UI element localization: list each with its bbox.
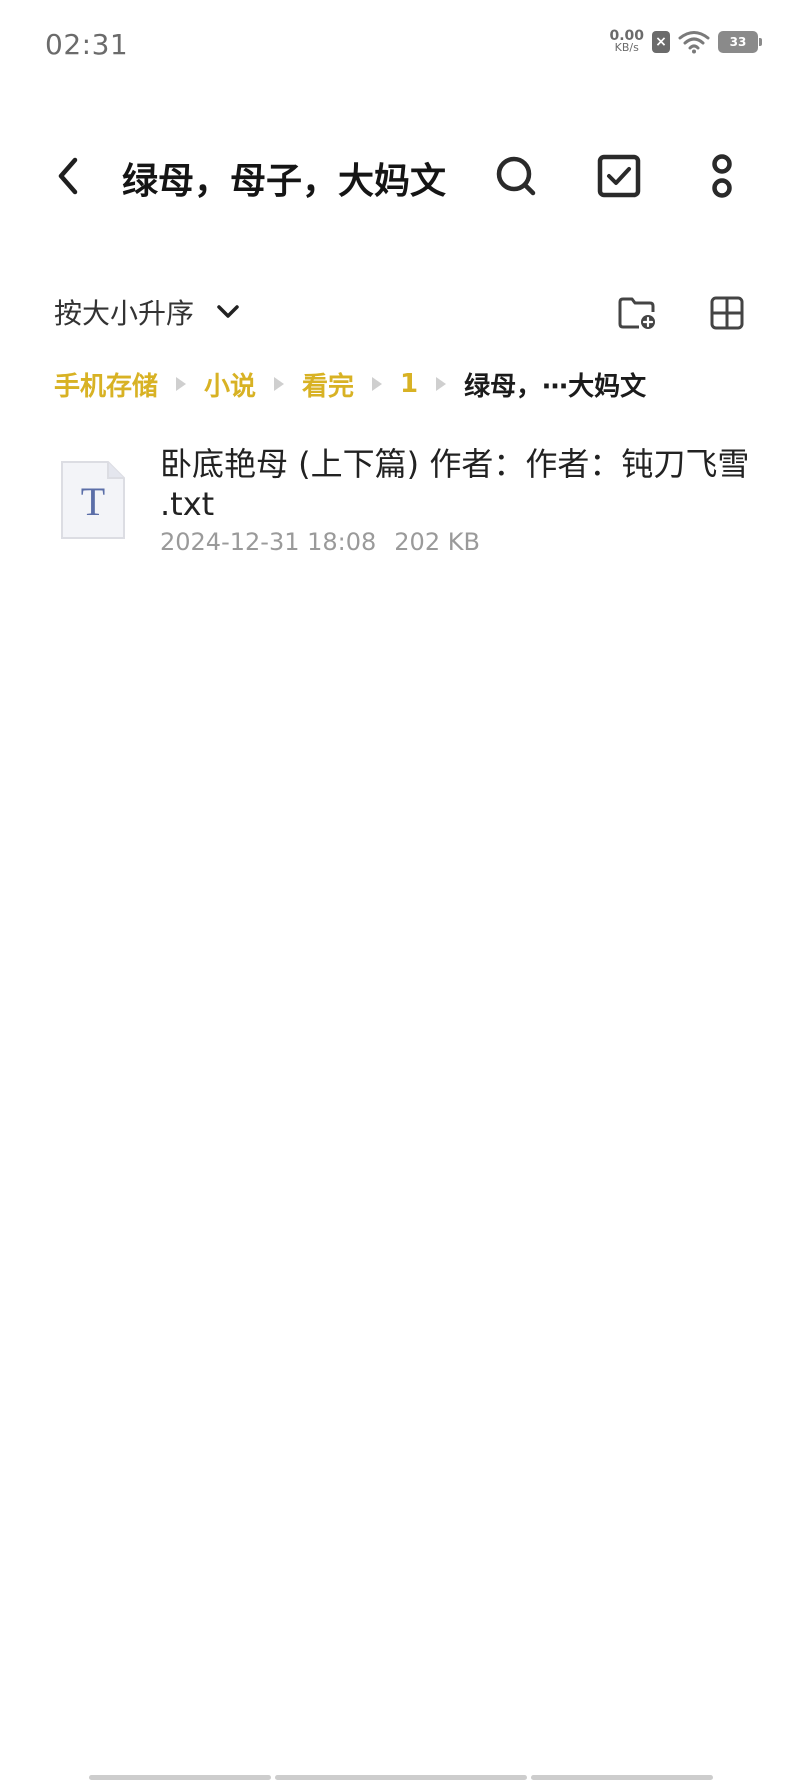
breadcrumb-separator-icon — [176, 377, 187, 391]
file-size: 202 KB — [394, 528, 480, 556]
wifi-icon — [678, 31, 710, 54]
breadcrumb-separator-icon — [372, 377, 383, 391]
grid-view-button[interactable] — [702, 288, 752, 338]
breadcrumb-current: 绿母，⋯大妈文 — [464, 371, 647, 402]
breadcrumb: 手机存储 小说 看完 1 绿母，⋯大妈文 — [54, 364, 646, 404]
new-folder-button[interactable] — [612, 288, 662, 338]
file-type-letter: T — [81, 479, 105, 524]
gesture-bar-segment — [531, 1775, 713, 1780]
grid-icon — [710, 296, 744, 330]
search-icon — [496, 156, 536, 196]
chevron-down-icon — [217, 305, 239, 318]
network-speed-unit: KB/s — [614, 41, 639, 54]
sort-label: 按大小升序 — [54, 297, 195, 330]
checkbox-icon — [597, 154, 641, 198]
chevron-left-icon — [58, 157, 78, 195]
sort-dropdown[interactable]: 按大小升序 — [54, 292, 240, 332]
status-time: 02:31 — [45, 28, 129, 61]
page-title: 绿母，母子，大妈文 — [122, 161, 447, 202]
more-vertical-icon — [712, 154, 732, 198]
folder-add-icon — [618, 297, 655, 329]
search-button[interactable] — [488, 148, 544, 204]
battery-icon: 33 — [718, 31, 762, 53]
file-date: 2024-12-31 18:08 — [160, 528, 377, 556]
text-file-icon: T — [61, 461, 125, 539]
file-list-item[interactable]: T 卧底艳母 (上下篇) 作者：作者：钝刀飞雪 .txt 2024-12-31 … — [0, 440, 800, 570]
breadcrumb-item-novels[interactable]: 小说 — [204, 366, 256, 403]
no-sim-icon: × — [652, 31, 670, 53]
gesture-bar-segment — [89, 1775, 271, 1780]
app-header: 绿母，母子，大妈文 — [0, 130, 800, 220]
file-meta: 2024-12-31 18:08 202 KB — [160, 528, 480, 556]
breadcrumb-item-phone-storage[interactable]: 手机存储 — [54, 366, 158, 403]
multi-select-button[interactable] — [591, 148, 647, 204]
breadcrumb-item-1[interactable]: 1 — [400, 369, 418, 399]
status-bar: 02:31 0.00 KB/s × 33 — [0, 0, 800, 96]
breadcrumb-separator-icon — [274, 377, 285, 391]
network-speed: 0.00 KB/s — [609, 29, 644, 54]
file-name: 卧底艳母 (上下篇) 作者：作者：钝刀飞雪 .txt — [160, 445, 750, 523]
back-button[interactable] — [44, 148, 92, 204]
status-indicators: 0.00 KB/s × 33 — [609, 29, 762, 54]
breadcrumb-separator-icon — [436, 377, 447, 391]
sort-toolbar: 按大小升序 — [0, 284, 800, 344]
gesture-bar-segment — [275, 1775, 527, 1780]
more-options-button[interactable] — [694, 148, 750, 204]
breadcrumb-item-finished[interactable]: 看完 — [302, 366, 354, 403]
